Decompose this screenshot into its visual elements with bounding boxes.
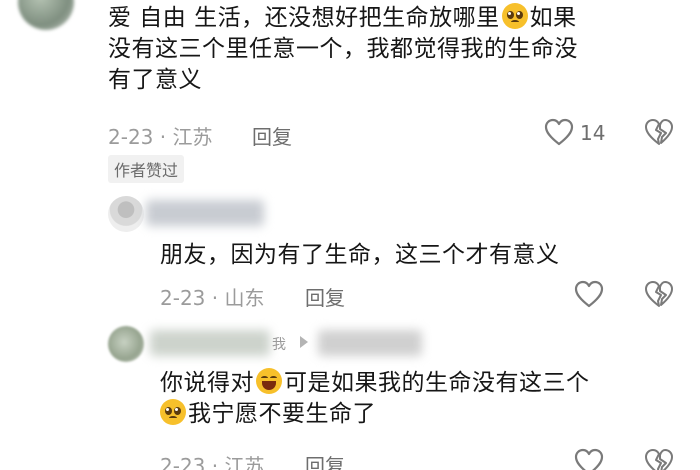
reply-1-author-blurred — [146, 200, 264, 226]
avatar-top[interactable] — [18, 0, 74, 30]
reply-2-reply-button[interactable]: 回复 — [305, 450, 345, 470]
comment-1-like-count: 14 — [580, 121, 606, 145]
reply-to-arrow-icon — [300, 336, 308, 348]
reply-1-like-heart-icon[interactable] — [574, 280, 604, 308]
reply-2-author-fragment: 我 — [272, 337, 286, 353]
reply-2-like-heart-icon[interactable] — [574, 448, 604, 470]
comment-1-date: 2-23 · 江苏 — [108, 125, 213, 149]
reply-1-date: 2-23 · 山东 — [160, 286, 265, 310]
reply-1-avatar[interactable] — [108, 196, 144, 232]
pleading-face-icon — [501, 3, 528, 29]
like-heart-icon[interactable] — [544, 118, 574, 146]
comment-1-text: 爱 自由 生活，还没想好把生命放哪里 如果 没有这三个里任意一个，我都觉得我的生命… — [108, 3, 578, 93]
reply-2-avatar[interactable] — [108, 326, 144, 362]
reply-2-text: 你说得对 可是如果我的生命没有这三个 我宁愿不要生命了 — [160, 368, 590, 427]
reply-1-reply-button[interactable]: 回复 — [305, 282, 345, 311]
comment-1-reply-button[interactable]: 回复 — [252, 121, 292, 150]
reply-2-dislike-icon[interactable] — [644, 448, 674, 470]
author-liked-badge: 作者赞过 — [108, 155, 185, 183]
reply-2-date: 2-23 · 江苏 — [160, 454, 265, 470]
pleading-face-icon — [160, 399, 186, 425]
reply-1-dislike-icon[interactable] — [644, 280, 674, 308]
reply-2-author-blurred — [150, 330, 270, 356]
reply-2-target-blurred — [318, 330, 422, 356]
laughing-face-icon — [256, 368, 282, 394]
reply-1-text: 朋友，因为有了生命，这三个才有意义 — [160, 242, 560, 268]
dislike-broken-heart-icon[interactable] — [644, 118, 674, 146]
